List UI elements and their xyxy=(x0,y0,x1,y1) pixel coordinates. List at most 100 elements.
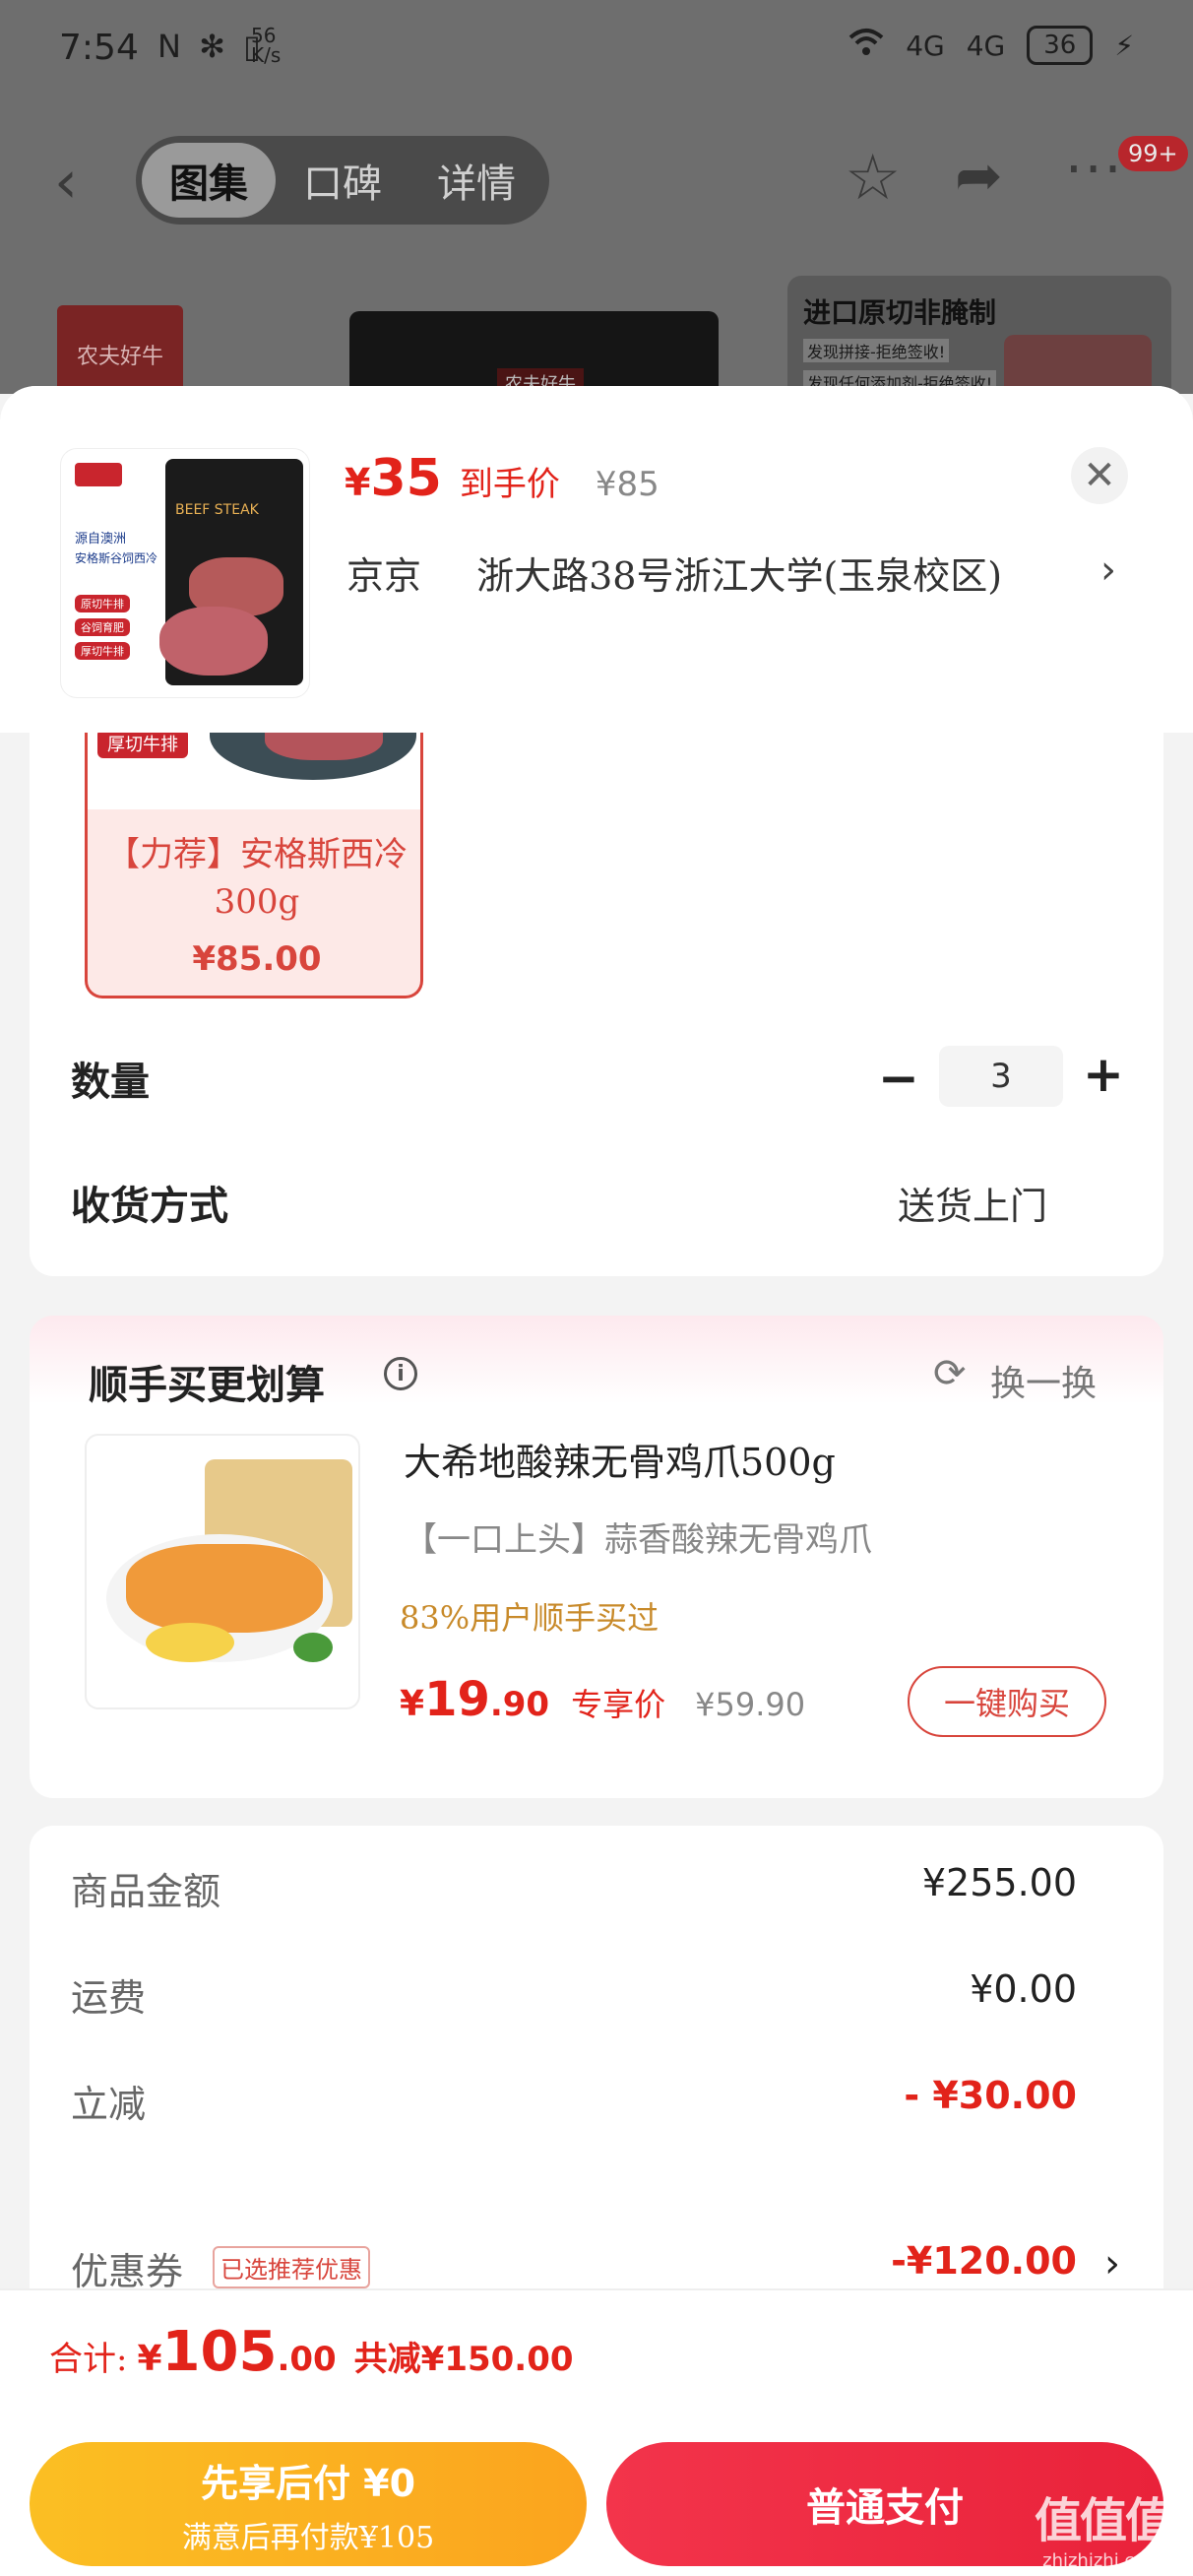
rec-original-price: ¥59.90 xyxy=(695,1686,806,1723)
variant-option-selected[interactable]: 厚切牛排 【力荐】安格斯西冷300g ¥85.00 xyxy=(85,721,423,998)
coupon-selected-chip: 已选推荐优惠 xyxy=(213,2246,370,2288)
signal-4g-2: 4G xyxy=(966,29,1006,62)
rec-price-symbol: ¥ xyxy=(400,1684,425,1724)
variant-chip: 厚切牛排 xyxy=(97,729,188,758)
refresh-icon[interactable]: ⟳ xyxy=(933,1351,967,1396)
favorite-star-icon[interactable]: ☆ xyxy=(845,142,901,215)
quantity-input[interactable]: 3 xyxy=(939,1046,1063,1107)
tab-group: 图集 口碑 详情 xyxy=(136,136,549,225)
total-row: 合计: ¥ 105 .00 共减¥150.00 xyxy=(49,2320,574,2384)
summary-label: 优惠券 xyxy=(71,2250,184,2293)
summary-value: - ¥30.00 xyxy=(904,2074,1077,2117)
wifi-icon xyxy=(848,28,884,64)
recommend-product-name[interactable]: 大希地酸辣无骨鸡爪500g xyxy=(404,1432,836,1486)
close-icon[interactable]: ✕ xyxy=(1071,447,1128,504)
back-icon[interactable]: ‹ xyxy=(54,148,78,217)
original-price: ¥85 xyxy=(595,465,659,504)
quantity-decrease-button[interactable]: − xyxy=(878,1050,919,1107)
variant-image: 厚切牛排 xyxy=(88,721,420,809)
network-speed-unit: K/s xyxy=(251,43,282,67)
watermark-url: zhizhizhi.com xyxy=(1042,2550,1162,2571)
total-symbol: ¥ xyxy=(137,2339,162,2379)
total-int: 105 xyxy=(161,2320,278,2384)
delivery-label: 收货方式 xyxy=(71,1183,228,1229)
signal-4g-1: 4G xyxy=(906,29,945,62)
summary-label: 运费 xyxy=(71,1976,147,2020)
status-icons: N ✻ ▯ xyxy=(157,28,265,65)
total-discount: 共减¥150.00 xyxy=(353,2340,574,2379)
delivery-method-value[interactable]: 送货上门 xyxy=(898,1176,1047,1230)
chevron-right-icon[interactable]: › xyxy=(1100,547,1116,593)
battery-indicator: 36 xyxy=(1027,26,1094,65)
one-click-buy-button[interactable]: 一键购买 xyxy=(908,1666,1106,1737)
thumb-steak-plate xyxy=(159,607,268,676)
watermark: 值值值 zhizhizhi.com xyxy=(1024,2481,1181,2571)
status-right-group: 4G 4G 36 ⚡ xyxy=(848,26,1134,65)
variant-price: ¥85.00 xyxy=(192,939,322,979)
share-icon[interactable]: ➦ xyxy=(955,142,1003,209)
thumb-tag: 谷饲育肥 xyxy=(75,618,130,636)
recommend-social-proof: 83%用户顺手买过 xyxy=(400,1599,659,1637)
gallery-card-promo: 进口原切非腌制 发现拼接-拒绝签收! 发现任何添加剂-拒绝签收! xyxy=(787,276,1171,404)
rec-chicken-feet xyxy=(126,1544,323,1633)
thumb-brand-logo xyxy=(75,463,122,486)
quantity-label: 数量 xyxy=(71,1059,150,1105)
thumb-product-name: 安格斯谷饲西冷 xyxy=(75,551,158,565)
summary-value: ¥255.00 xyxy=(921,1861,1077,1904)
total-label: 合计: xyxy=(49,2340,128,2379)
summary-label: 商品金额 xyxy=(71,1870,221,1913)
info-icon[interactable]: i xyxy=(384,1357,417,1390)
watermark-logo: 值值值 xyxy=(1034,2493,1172,2548)
thumb-bag-title: BEEF STEAK xyxy=(175,502,259,518)
tab-details[interactable]: 详情 xyxy=(409,143,543,218)
more-icon[interactable]: ··· xyxy=(1065,138,1123,202)
options-section: 厚切牛排 【力荐】安格斯西冷300g ¥85.00 数量 − 3 + 收货方式 … xyxy=(30,721,1163,1276)
charging-icon: ⚡ xyxy=(1114,29,1134,62)
thumb-origin: 源自澳洲 xyxy=(75,532,127,547)
price-symbol: ¥ xyxy=(345,461,371,504)
recommend-product-image[interactable] xyxy=(85,1434,360,1709)
pay-later-button[interactable]: 先享后付 ¥0 满意后再付款¥105 xyxy=(30,2442,587,2566)
purchase-sheet: BEEF STEAK 源自澳洲 安格斯谷饲西冷 原切牛排 谷饲育肥 厚切牛排 ¥… xyxy=(0,386,1193,2576)
network-speed: 56 K/s xyxy=(251,26,281,65)
recommend-product-subtitle: 【一口上头】蒜香酸辣无骨鸡爪 xyxy=(404,1520,872,1560)
rec-lemon xyxy=(146,1623,234,1662)
recommend-price-row: ¥ 19 .90 专享价 ¥59.90 xyxy=(400,1672,805,1727)
product-thumbnail: BEEF STEAK 源自澳洲 安格斯谷饲西冷 原切牛排 谷饲育肥 厚切牛排 xyxy=(61,449,309,697)
summary-value: ¥0.00 xyxy=(970,1967,1077,2011)
total-dec: .00 xyxy=(277,2340,337,2379)
summary-label: 立减 xyxy=(71,2083,147,2126)
status-bar: 7:54 N ✻ ▯ 56 K/s 4G 4G 36 ⚡ xyxy=(0,0,1193,98)
pay-later-title: 先享后付 ¥0 xyxy=(200,2461,416,2505)
gallery-card-line: 发现拼接-拒绝签收! xyxy=(803,339,950,362)
sheet-header: BEEF STEAK 源自澳洲 安格斯谷饲西冷 原切牛排 谷饲育肥 厚切牛排 ¥… xyxy=(0,386,1193,733)
rec-price-int: 19 xyxy=(424,1672,490,1727)
thumb-tag: 原切牛排 xyxy=(75,595,130,612)
coupon-value[interactable]: -¥120.00 xyxy=(891,2239,1077,2283)
final-price-tag: 到手价 xyxy=(459,465,560,504)
address-selector[interactable]: 京京 浙大路38号浙江大学(玉泉校区) xyxy=(346,546,1002,600)
pay-later-subtitle: 满意后再付款¥105 xyxy=(181,2520,435,2555)
chevron-right-icon[interactable]: › xyxy=(1104,2241,1120,2286)
variant-name: 【力荐】安格斯西冷300g xyxy=(106,835,408,922)
product-gallery: 农夫好牛 农夫好牛 进口原切非腌制 发现拼接-拒绝签收! 发现任何添加剂-拒绝签… xyxy=(0,276,1193,404)
rec-price-tag: 专享价 xyxy=(571,1686,666,1723)
final-price: 35 xyxy=(370,449,442,508)
thumb-tag: 厚切牛排 xyxy=(75,642,130,660)
rec-herb xyxy=(293,1633,333,1662)
quantity-increase-button[interactable]: + xyxy=(1083,1046,1124,1103)
tab-reviews[interactable]: 口碑 xyxy=(276,143,409,218)
recommend-title: 顺手买更划算 xyxy=(89,1363,325,1408)
address-text: 浙大路38号浙江大学(玉泉校区) xyxy=(476,554,1003,598)
price-row: ¥ 35 到手价 ¥85 xyxy=(345,449,659,508)
recipient-name: 京京 xyxy=(346,554,422,598)
price-summary-section: 商品金额 ¥255.00 运费 ¥0.00 立减 - ¥30.00 优惠券 已选… xyxy=(30,1826,1163,2318)
notification-badge: 99+ xyxy=(1118,136,1188,171)
status-time: 7:54 xyxy=(59,28,139,68)
tab-gallery[interactable]: 图集 xyxy=(142,143,276,218)
gallery-card-title: 进口原切非腌制 xyxy=(803,296,997,329)
checkout-footer: 合计: ¥ 105 .00 共减¥150.00 先享后付 ¥0 满意后再付款¥1… xyxy=(0,2288,1193,2576)
refresh-button[interactable]: 换一换 xyxy=(990,1355,1097,1406)
recommend-section: 顺手买更划算 i ⟳ 换一换 大希地酸辣无骨鸡爪500g 【一口上头】蒜香酸辣无… xyxy=(30,1316,1163,1798)
product-navbar: ‹ 图集 口碑 详情 ☆ ➦ ··· 99+ xyxy=(0,128,1193,226)
